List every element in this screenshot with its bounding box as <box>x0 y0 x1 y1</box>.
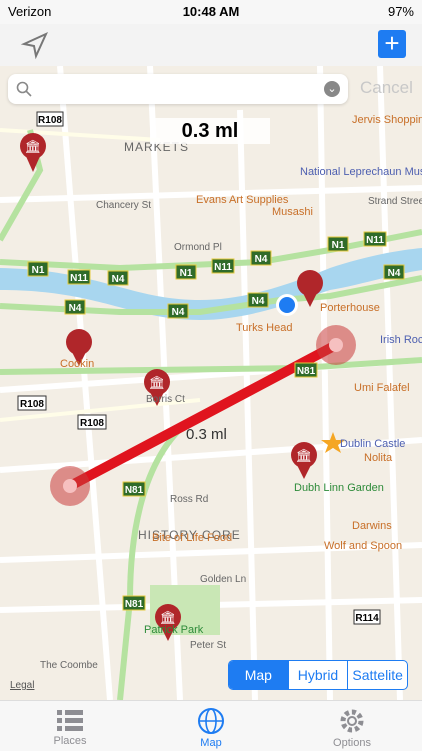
battery: 97% <box>387 4 414 19</box>
poi-label: Musashi <box>272 206 313 218</box>
svg-text:🏛: 🏛 <box>149 375 166 390</box>
poi-label: Dubh Linn Garden <box>294 482 384 494</box>
gear-icon <box>340 709 364 733</box>
svg-text:🏛: 🏛 <box>296 448 313 463</box>
tab-options[interactable]: Options <box>302 701 402 751</box>
street-label: Peter St <box>190 640 227 651</box>
svg-text:N4: N4 <box>388 268 401 279</box>
poi-label: Umi Falafel <box>354 382 410 394</box>
add-button[interactable]: + <box>378 30 406 58</box>
location-arrow-icon[interactable] <box>20 30 50 60</box>
poi-label: Dublin Castle <box>340 438 406 450</box>
poi-label: Porterhouse <box>320 302 380 314</box>
poi-label: Bite of Life Food <box>152 532 233 544</box>
poi-label: Jervis Shopping Centre <box>352 114 422 126</box>
svg-text:N11: N11 <box>70 273 88 284</box>
status-bar: Verizon 10:48 AM 97% <box>0 0 422 24</box>
street-label: Chancery St <box>96 200 152 211</box>
clock: 10:48 AM <box>182 4 240 19</box>
map-type-satellite[interactable]: Sattelite <box>347 661 407 689</box>
poi-label: Wolf and Spoon <box>324 540 403 552</box>
svg-text:R114: R114 <box>355 613 379 624</box>
street-label: Borris Ct <box>146 394 185 405</box>
poi-label: Nolita <box>364 452 393 464</box>
svg-text:🏛: 🏛 <box>25 139 42 154</box>
tab-label: Map <box>200 737 222 749</box>
poi-label: Darwins <box>352 520 392 532</box>
svg-text:N81: N81 <box>297 366 316 377</box>
poi-label: National Leprechaun Museum <box>300 166 422 178</box>
svg-text:🏛: 🏛 <box>160 610 177 625</box>
street-label: Ormond Pl <box>174 242 222 253</box>
clear-icon[interactable]: ⌄ <box>324 81 340 97</box>
svg-text:N81: N81 <box>125 485 144 496</box>
nav-bar: + <box>0 24 422 67</box>
svg-text:N4: N4 <box>69 303 82 314</box>
svg-text:R108: R108 <box>20 399 44 410</box>
svg-text:R108: R108 <box>80 418 104 429</box>
search-bar: ⌄ <box>8 74 348 104</box>
tab-map[interactable]: Map <box>161 701 261 751</box>
poi-label: Evans Art Supplies <box>196 194 289 206</box>
street-label: Ross Rd <box>170 494 209 505</box>
search-icon <box>16 81 32 97</box>
svg-text:N81: N81 <box>125 599 144 610</box>
poi-label: Irish Rock N Roll Museum <box>380 334 422 346</box>
route-distance-label: 0.3 ml <box>186 426 227 443</box>
map-type-hybrid[interactable]: Hybrid <box>287 661 348 689</box>
places-list-icon <box>57 710 83 731</box>
svg-text:N4: N4 <box>255 254 268 265</box>
tab-places[interactable]: Places <box>20 701 120 751</box>
poi-label: Patrick Park <box>144 624 204 636</box>
street-label: The Coombe <box>40 660 98 671</box>
svg-text:N1: N1 <box>32 265 45 276</box>
svg-text:N1: N1 <box>180 268 193 279</box>
map-view[interactable]: 🏛 🏛 🏛 🏛 R108 N1 N11 N4 N1 N11 N4 N1 N11 … <box>0 66 422 700</box>
map-type-map[interactable]: Map <box>229 661 288 689</box>
search-input[interactable] <box>38 79 332 101</box>
svg-text:N4: N4 <box>252 296 265 307</box>
map-type-control: Map Hybrid Sattelite <box>228 660 408 690</box>
legal-link[interactable]: Legal <box>10 680 34 691</box>
cancel-button[interactable]: Cancel <box>360 78 413 98</box>
tab-label: Options <box>333 737 371 749</box>
svg-text:N4: N4 <box>112 274 125 285</box>
museum-pin-icon[interactable]: 🏛 <box>291 442 317 479</box>
svg-text:N11: N11 <box>214 262 232 273</box>
svg-text:R108: R108 <box>38 115 62 126</box>
street-label: Golden Ln <box>200 574 247 585</box>
poi-label: Turks Head <box>236 322 293 334</box>
street-label: Strand Street <box>368 196 422 207</box>
poi-label: Cookin <box>60 358 95 370</box>
svg-text:N11: N11 <box>366 235 384 246</box>
tab-label: Places <box>53 735 87 747</box>
svg-text:N4: N4 <box>172 307 185 318</box>
svg-text:N1: N1 <box>332 240 345 251</box>
globe-icon <box>198 708 224 734</box>
tab-bar: Places Map Options <box>0 700 422 751</box>
distance-label: 0.3 ml <box>150 118 270 144</box>
